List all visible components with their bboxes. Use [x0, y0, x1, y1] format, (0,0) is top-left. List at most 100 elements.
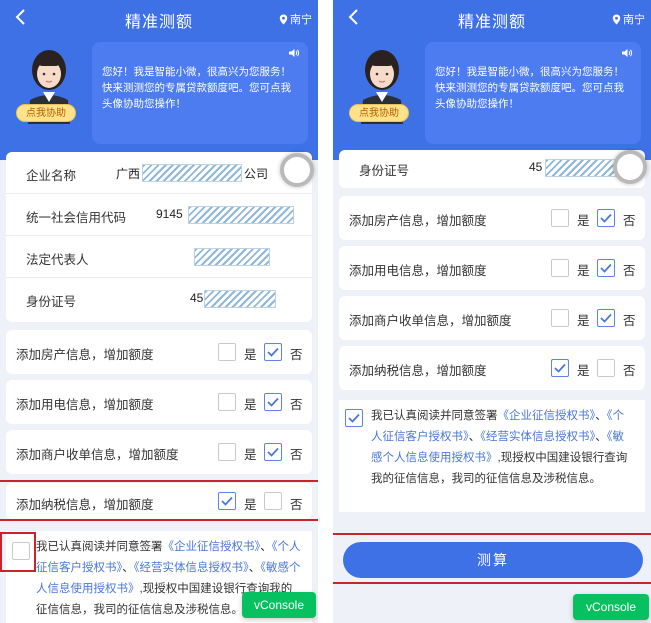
location-text: 南宁: [290, 14, 312, 26]
location-selector[interactable]: 南宁: [612, 11, 645, 27]
agreement-link-business-entity[interactable]: 《经营实体信息授权书》: [134, 562, 249, 574]
option-no-checkbox[interactable]: [597, 209, 615, 227]
id-card-partial: 身份证号 45: [339, 150, 645, 188]
location-pin-icon: [279, 14, 288, 24]
agreement-link-enterprise-credit[interactable]: 《企业征信授权书》: [163, 541, 261, 553]
credit-code-field[interactable]: 统一社会信用代码 9145: [6, 194, 312, 236]
phone-screen-right: 精准测额 南宁 点我协助 您好！我是智能小微，很高兴为您服务！快来测测您的专属贷…: [333, 0, 651, 623]
option-no-checkbox[interactable]: [597, 359, 615, 377]
highlight-box: [0, 532, 36, 572]
company-name-prefix: 广西: [116, 167, 141, 181]
option-yes-label: 是: [244, 348, 257, 362]
option-yes-label: 是: [577, 364, 590, 378]
highlight-border-bottom: [333, 582, 651, 584]
option-yes-checkbox[interactable]: [551, 259, 569, 277]
option-no-checkbox[interactable]: [264, 492, 282, 510]
option-row-property: 添加房产信息，增加额度 是 否: [339, 196, 645, 240]
option-label: 添加用电信息，增加额度: [349, 264, 487, 278]
checkmark-icon: [221, 496, 233, 506]
nav-bar: 精准测额 南宁: [333, 0, 651, 36]
calculate-button[interactable]: 测算: [343, 542, 643, 578]
option-label: 添加用电信息，增加额度: [16, 398, 154, 412]
option-row-property: 添加房产信息，增加额度 是 否: [6, 330, 312, 374]
highlight-border-top: [0, 480, 318, 482]
id-number-field[interactable]: 身份证号 45: [339, 150, 645, 188]
option-row-electricity: 添加用电信息，增加额度 是 否: [339, 246, 645, 290]
location-selector[interactable]: 南宁: [279, 11, 312, 27]
option-no-label: 否: [623, 314, 636, 328]
option-yes-label: 是: [244, 448, 257, 462]
checkmark-icon: [267, 447, 279, 457]
company-name-field[interactable]: 企业名称 广西 公司: [6, 152, 312, 194]
agreement-separator: 、: [122, 562, 134, 574]
option-no-checkbox[interactable]: [264, 443, 282, 461]
option-no-checkbox[interactable]: [264, 343, 282, 361]
company-name-label: 企业名称: [26, 169, 77, 183]
checkmark-icon: [554, 363, 566, 373]
assistant-message-bubble: 您好！我是智能小微，很高兴为您服务！快来测测您的专属贷款额度吧。您可点我头像协助…: [92, 42, 308, 144]
option-no-checkbox[interactable]: [597, 309, 615, 327]
option-label: 添加房产信息，增加额度: [349, 214, 487, 228]
floating-assist-knob[interactable]: [280, 153, 314, 187]
agreement-block: 我已认真阅读并同意签署《企业征信授权书》、《个人征信客户授权书》、《经营实体信息…: [339, 400, 645, 512]
option-yes-label: 是: [244, 498, 257, 512]
agreement-checkbox[interactable]: [345, 409, 363, 427]
id-number-prefix: 45: [529, 160, 543, 174]
option-yes-checkbox[interactable]: [551, 309, 569, 327]
option-label: 添加商户收单信息，增加额度: [16, 448, 179, 462]
credit-code-label: 统一社会信用代码: [26, 211, 127, 225]
option-row-merchant: 添加商户收单信息，增加额度 是 否: [339, 296, 645, 340]
checkmark-icon: [600, 213, 612, 223]
page-title: 精准测额: [124, 14, 193, 31]
location-pin-icon: [612, 14, 621, 24]
id-number-label: 身份证号: [26, 295, 77, 309]
credit-code-prefix: 9145: [156, 207, 183, 221]
company-name-suffix: 公司: [244, 167, 269, 181]
legal-rep-field[interactable]: 法定代表人: [6, 236, 312, 278]
id-number-field[interactable]: 身份证号 45: [6, 278, 312, 320]
assistant-help-button[interactable]: 点我协助: [16, 104, 76, 122]
option-yes-checkbox[interactable]: [218, 393, 236, 411]
option-label: 添加纳税信息，增加额度: [349, 364, 487, 378]
option-yes-label: 是: [577, 314, 590, 328]
checkmark-icon: [348, 413, 360, 423]
redacted-mask: [545, 159, 619, 177]
floating-assist-knob[interactable]: [613, 150, 647, 184]
option-row-merchant: 添加商户收单信息，增加额度 是 否: [6, 430, 312, 474]
agreement-separator: 、: [248, 562, 261, 574]
option-yes-checkbox[interactable]: [551, 209, 569, 227]
assistant-help-button[interactable]: 点我协助: [349, 104, 409, 122]
id-number-label: 身份证号: [359, 164, 410, 178]
checkmark-icon: [267, 347, 279, 357]
option-yes-checkbox[interactable]: [551, 359, 569, 377]
agreement-link-enterprise-credit[interactable]: 《企业征信授权书》: [498, 410, 596, 422]
vconsole-button[interactable]: vConsole: [573, 594, 649, 620]
option-no-label: 否: [290, 398, 303, 412]
vconsole-button[interactable]: vConsole: [242, 592, 316, 618]
option-row-electricity: 添加用电信息，增加额度 是 否: [6, 380, 312, 424]
agreement-link-business-entity[interactable]: 《经营实体信息授权书》: [480, 431, 595, 443]
option-no-checkbox[interactable]: [264, 393, 282, 411]
option-yes-checkbox[interactable]: [218, 492, 236, 510]
redacted-mask: [204, 290, 276, 308]
option-yes-checkbox[interactable]: [218, 343, 236, 361]
option-yes-label: 是: [577, 214, 590, 228]
agreement-separator: 、: [468, 431, 481, 443]
company-info-card: 企业名称 广西 公司 统一社会信用代码 9145 法定代表人 身份证号 45: [6, 152, 312, 322]
agreement-text: 我已认真阅读并同意签署: [36, 541, 163, 553]
option-no-checkbox[interactable]: [597, 259, 615, 277]
option-yes-checkbox[interactable]: [218, 443, 236, 461]
assistant-message-bubble: 您好！我是智能小微，很高兴为您服务！快来测测您的专属贷款额度吧。您可点我头像协助…: [425, 42, 641, 144]
option-label: 添加房产信息，增加额度: [16, 348, 154, 362]
option-label: 添加商户收单信息，增加额度: [349, 314, 512, 328]
option-no-label: 否: [623, 364, 636, 378]
checkmark-icon: [267, 397, 279, 407]
redacted-mask: [188, 206, 294, 224]
nav-bar: 精准测额 南宁: [0, 0, 318, 36]
option-row-tax: 添加纳税信息，增加额度 是 否: [339, 346, 645, 390]
page-title: 精准测额: [457, 14, 526, 31]
assistant-message: 您好！我是智能小微，很高兴为您服务！快来测测您的专属贷款额度吧。您可点我头像协助…: [435, 66, 624, 110]
agreement-separator: 、: [595, 431, 607, 443]
location-text: 南宁: [623, 14, 645, 26]
redacted-mask: [194, 248, 270, 266]
